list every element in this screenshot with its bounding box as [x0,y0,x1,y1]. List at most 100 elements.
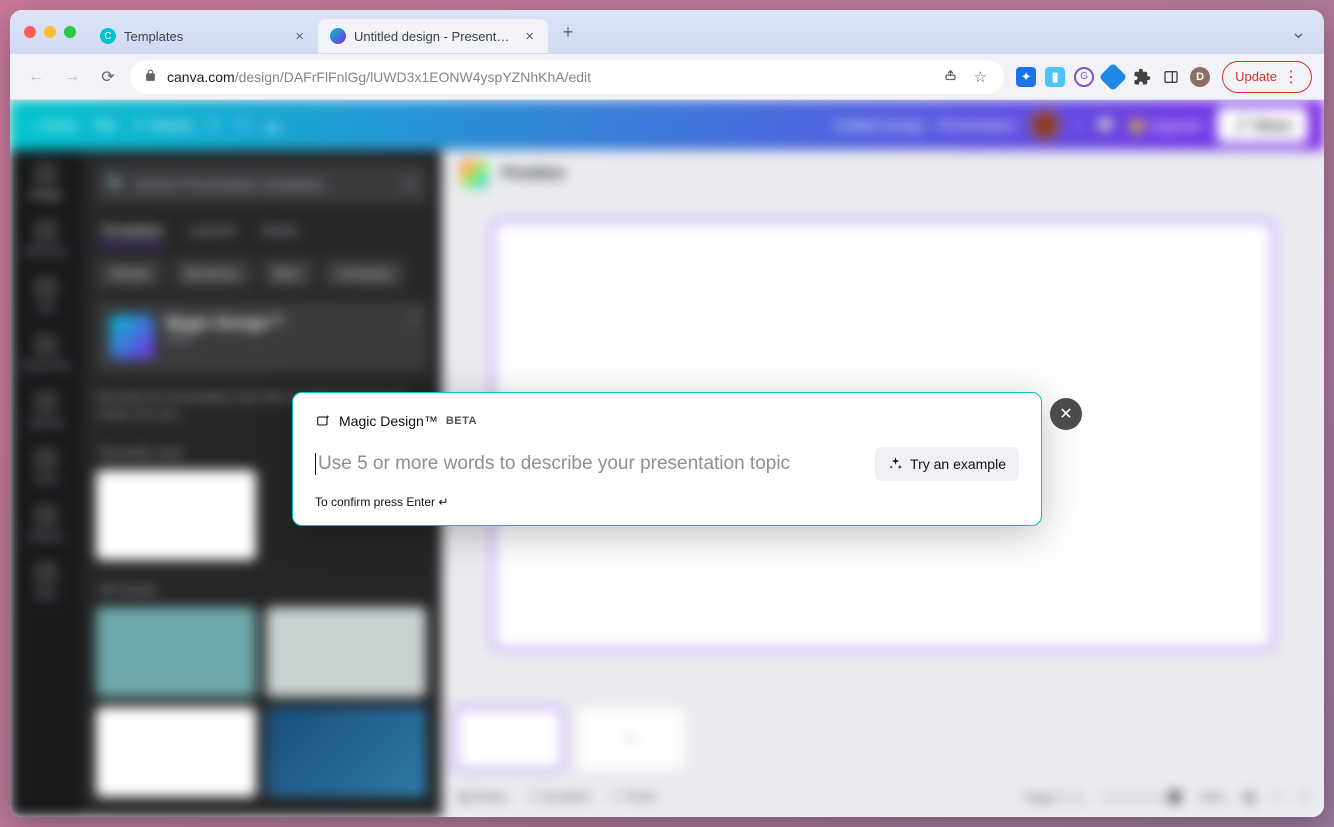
bottom-bar: ▤ Notes ⏱ Duration ⏲ Timer Page 1 / 1 44… [442,777,1324,817]
app-header: ⌂Home File ✦Resize ↶ ↷ ☁ Untitled design… [10,100,1324,150]
tab-title: Templates [124,29,285,44]
window-minimize-button[interactable] [44,26,56,38]
timer-button[interactable]: ⏲ Timer [611,789,657,805]
canva-logo-icon[interactable] [460,160,488,188]
grid-view-icon[interactable]: ▦ [1243,789,1255,805]
extension-icon[interactable]: G [1074,67,1094,87]
rail-uploads[interactable]: Uploads [18,390,74,429]
document-title[interactable]: Untitled design - Presentation [833,117,1017,133]
modal-header: Magic Design™ BETA [315,413,1019,429]
extensions-puzzle-icon[interactable] [1132,67,1152,87]
magic-design-title: Magic Design™ [166,315,285,333]
window-close-button[interactable] [24,26,36,38]
sparkle-icon [888,456,903,471]
chip[interactable]: Business [172,258,253,289]
extension-icon[interactable]: ✦ [1016,67,1036,87]
rail-apps[interactable]: Apps [18,561,74,600]
nav-forward-button[interactable]: → [58,63,86,91]
panel-search-input[interactable]: 🔍 Search Presentation templates⚟ [96,164,428,204]
add-collaborator-button[interactable]: + [1074,117,1082,133]
file-menu[interactable]: File [94,117,117,133]
close-icon[interactable]: × [410,309,418,325]
user-avatar[interactable] [1030,110,1060,140]
upgrade-button[interactable]: 👑 Upgrade [1128,117,1203,134]
try-example-label: Try an example [910,456,1006,472]
url-text: canva.com/design/DAFrFlFnlGg/lUWD3x1EONW… [167,69,930,85]
browser-toolbar: ← → ⟳ canva.com/design/DAFrFlFnlGg/lUWD3… [10,54,1324,100]
template-thumb[interactable] [96,707,256,797]
window-maximize-button[interactable] [64,26,76,38]
browser-tab-templates[interactable]: C Templates × [88,19,318,53]
resize-menu[interactable]: ✦Resize [132,117,193,134]
rail-brand-hub[interactable]: Brand Hub [18,333,74,372]
share-icon[interactable] [940,67,961,86]
magic-prompt-input[interactable] [315,453,863,475]
rail-draw[interactable]: Draw [18,447,74,486]
browser-tab-strip: C Templates × Untitled design - Presenta… [10,10,1324,54]
cloud-save-icon: ☁ [264,117,278,134]
new-tab-button[interactable]: + [554,18,582,46]
position-button[interactable]: Position [502,165,565,183]
magic-design-thumb [110,315,154,359]
add-page-button[interactable]: + [576,707,686,771]
update-label: Update [1235,69,1277,84]
chip[interactable]: Blue [261,258,315,289]
nav-back-button[interactable]: ← [22,63,50,91]
page-thumb[interactable] [454,707,564,771]
try-example-button[interactable]: Try an example [875,447,1019,481]
rail-projects[interactable]: Projects [18,504,74,543]
section-all-results: All results [100,582,424,597]
zoom-value[interactable]: 44% [1199,790,1225,805]
tab-overflow-button[interactable]: ⌄ [1281,16,1316,49]
browser-window: C Templates × Untitled design - Presenta… [10,10,1324,817]
share-button[interactable]: ⤴ Share [1217,107,1308,143]
template-thumb[interactable] [96,607,256,697]
zoom-slider[interactable] [1101,795,1181,799]
fullscreen-icon[interactable]: ⛶ [1274,789,1283,805]
magic-design-card[interactable]: Magic Design™ NEW × [96,301,428,373]
extension-icon[interactable]: ▮ [1045,67,1065,87]
tab-layouts[interactable]: Layouts [188,222,237,246]
menu-dots-icon: ⋮ [1283,67,1299,87]
extension-icon[interactable] [1099,62,1127,90]
side-panel-icon[interactable] [1161,67,1181,87]
window-controls [18,26,88,38]
chip[interactable]: Simple [96,258,164,289]
template-thumb[interactable] [266,707,426,797]
help-icon[interactable]: ? [1301,790,1308,805]
chip-row: Simple Business Blue Company [96,258,428,289]
extension-icons: ✦ ▮ G D [1012,67,1214,87]
address-bar[interactable]: canva.com/design/DAFrFlFnlGg/lUWD3x1EONW… [130,60,1004,94]
sparkle-icon [315,413,331,429]
template-thumb[interactable] [266,607,426,697]
tab-title: Untitled design - Presentation [354,29,515,44]
profile-avatar[interactable]: D [1190,67,1210,87]
side-rail: Design Elements Text Brand Hub Uploads D… [10,150,82,817]
tab-styles[interactable]: Styles [261,222,299,246]
tab-templates[interactable]: Templates [100,222,164,246]
browser-tab-design[interactable]: Untitled design - Presentation × [318,19,548,53]
bookmark-icon[interactable]: ☆ [971,68,990,86]
tab-close-icon[interactable]: × [293,28,306,45]
canvas-toolbar: Position [442,150,1324,198]
canva-favicon [330,28,346,44]
rail-elements[interactable]: Elements [18,219,74,258]
comments-icon[interactable]: 💬 [1097,117,1114,134]
update-button[interactable]: Update ⋮ [1222,61,1312,93]
nav-reload-button[interactable]: ⟳ [94,63,122,91]
rail-text[interactable]: Text [18,276,74,315]
chip[interactable]: Company [323,258,407,289]
lock-icon [144,69,157,85]
page-indicator: Page 1 / 1 [1024,790,1083,805]
modal-hint: To confirm press Enter ↵ [315,495,1019,509]
home-button[interactable]: ⌂Home [26,117,78,133]
notes-button[interactable]: ▤ Notes [458,789,508,805]
beta-badge: BETA [446,415,477,427]
close-modal-button[interactable]: ✕ [1050,398,1082,430]
undo-button[interactable]: ↶ [209,117,221,134]
template-thumb[interactable] [96,470,256,560]
redo-button[interactable]: ↷ [237,117,249,134]
tab-close-icon[interactable]: × [523,28,536,45]
duration-button[interactable]: ⏱ Duration [528,789,591,805]
rail-design[interactable]: Design [18,162,74,201]
